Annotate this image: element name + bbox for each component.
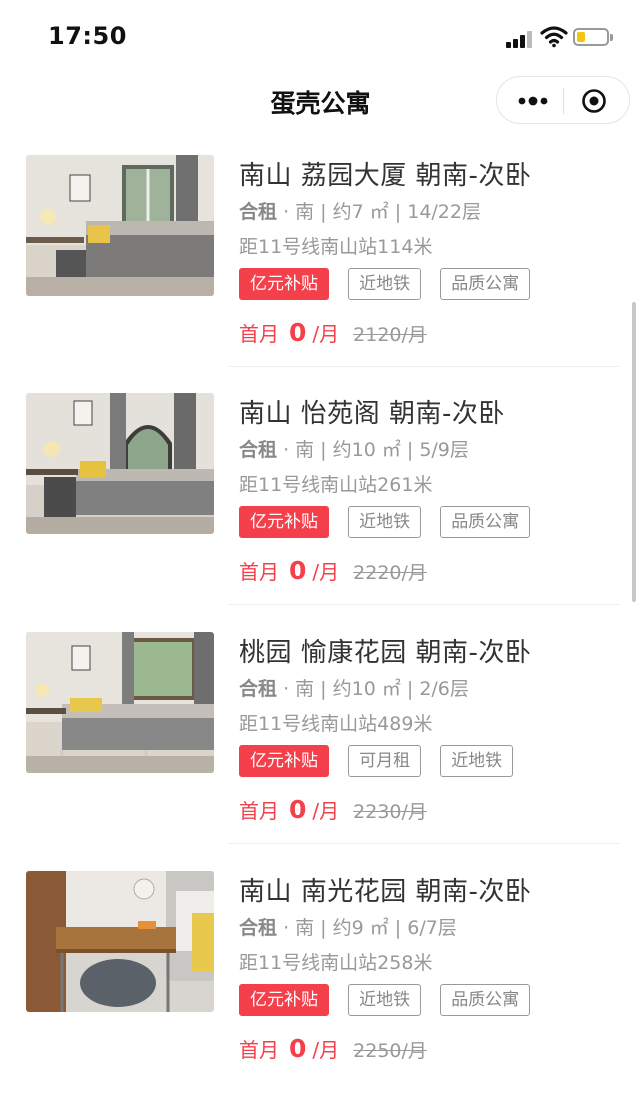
tag-subsidy: 亿元补贴: [239, 984, 329, 1016]
listing-meta: 合租 · 南 | 约9 ㎡ | 6/7层: [239, 913, 457, 940]
room-info: · 南 | 约10 ㎡ | 2/6层: [283, 678, 469, 700]
price-unit: /月: [312, 560, 340, 584]
close-target-icon[interactable]: [581, 88, 607, 114]
signal-icon: [506, 30, 534, 48]
tag-subsidy: 亿元补贴: [239, 268, 329, 300]
tag-subsidy: 亿元补贴: [239, 506, 329, 538]
rent-type: 合租: [239, 201, 278, 223]
tag-subsidy: 亿元补贴: [239, 745, 329, 777]
tag: 品质公寓: [440, 268, 531, 300]
tag: 品质公寓: [440, 506, 531, 538]
rent-type: 合租: [239, 439, 278, 461]
price-row: 首月 0/月 2120/月: [239, 318, 427, 358]
listing-title: 南山 南光花园 朝南-次卧: [239, 877, 532, 907]
original-price: 2220/月: [353, 562, 427, 584]
room-info: · 南 | 约9 ㎡ | 6/7层: [283, 917, 457, 939]
subway-distance: 距11号线南山站258米: [239, 952, 433, 974]
listing-card[interactable]: 桃园 愉康花园 朝南-次卧 合租 · 南 | 约10 ㎡ | 2/6层 距11号…: [0, 632, 641, 870]
listing-title: 南山 荔园大厦 朝南-次卧: [239, 161, 532, 191]
nav-bar: 蛋壳公寓: [0, 72, 641, 132]
first-month-label: 首月: [239, 322, 279, 346]
status-time: 17:50: [48, 22, 127, 50]
listing-card[interactable]: 南山 南光花园 朝南-次卧 合租 · 南 | 约9 ㎡ | 6/7层 距11号线…: [0, 871, 641, 1109]
divider: [228, 604, 620, 605]
more-icon[interactable]: [517, 92, 549, 110]
room-photo: [26, 871, 214, 1012]
rent-type: 合租: [239, 917, 278, 939]
original-price: 2250/月: [353, 1040, 427, 1062]
price-row: 首月 0/月 2220/月: [239, 556, 427, 596]
capsule-divider: [563, 88, 564, 114]
divider: [228, 366, 620, 367]
listing-card[interactable]: 南山 怡苑阁 朝南-次卧 合租 · 南 | 约10 ㎡ | 5/9层 距11号线…: [0, 393, 641, 631]
subway-distance: 距11号线南山站114米: [239, 236, 433, 258]
price-amount: 0: [289, 795, 307, 824]
tag: 近地铁: [440, 745, 514, 777]
subway-distance: 距11号线南山站261米: [239, 474, 433, 496]
tag-list: 亿元补贴 可月租 近地铁: [239, 745, 527, 779]
tag-list: 亿元补贴 近地铁 品质公寓: [239, 506, 544, 540]
original-price: 2120/月: [353, 324, 427, 346]
battery-icon: [573, 28, 613, 46]
listing-meta: 合租 · 南 | 约10 ㎡ | 5/9层: [239, 435, 469, 462]
scrollbar[interactable]: [632, 302, 636, 602]
status-bar: 17:50: [0, 0, 641, 72]
listing-card[interactable]: 南山 荔园大厦 朝南-次卧 合租 · 南 | 约7 ㎡ | 14/22层 距11…: [0, 155, 641, 393]
rent-type: 合租: [239, 678, 278, 700]
tag: 可月租: [348, 745, 422, 777]
tag: 近地铁: [348, 268, 422, 300]
mini-program-capsule: [496, 76, 630, 124]
divider: [228, 843, 620, 844]
tag-list: 亿元补贴 近地铁 品质公寓: [239, 268, 544, 302]
original-price: 2230/月: [353, 801, 427, 823]
wifi-icon: [540, 24, 568, 48]
listing-meta: 合租 · 南 | 约7 ㎡ | 14/22层: [239, 197, 481, 224]
room-info: · 南 | 约10 ㎡ | 5/9层: [283, 439, 469, 461]
room-info: · 南 | 约7 ㎡ | 14/22层: [283, 201, 481, 223]
tag: 近地铁: [348, 506, 422, 538]
first-month-label: 首月: [239, 560, 279, 584]
listing-meta: 合租 · 南 | 约10 ㎡ | 2/6层: [239, 674, 469, 701]
listing-title: 桃园 愉康花园 朝南-次卧: [239, 638, 532, 668]
room-photo: [26, 155, 214, 296]
first-month-label: 首月: [239, 1038, 279, 1062]
price-unit: /月: [312, 799, 340, 823]
room-photo: [26, 393, 214, 534]
tag: 品质公寓: [440, 984, 531, 1016]
price-row: 首月 0/月 2250/月: [239, 1034, 427, 1074]
listing-title: 南山 怡苑阁 朝南-次卧: [239, 399, 505, 429]
price-unit: /月: [312, 1038, 340, 1062]
price-unit: /月: [312, 322, 340, 346]
room-photo: [26, 632, 214, 773]
price-amount: 0: [289, 1034, 307, 1063]
tag-list: 亿元补贴 近地铁 品质公寓: [239, 984, 544, 1018]
price-amount: 0: [289, 556, 307, 585]
first-month-label: 首月: [239, 799, 279, 823]
tag: 近地铁: [348, 984, 422, 1016]
price-row: 首月 0/月 2230/月: [239, 795, 427, 835]
subway-distance: 距11号线南山站489米: [239, 713, 433, 735]
price-amount: 0: [289, 318, 307, 347]
